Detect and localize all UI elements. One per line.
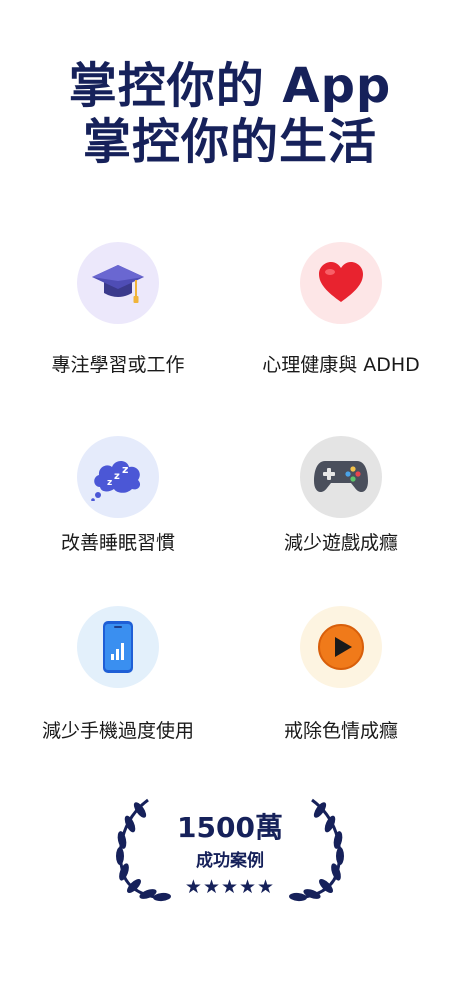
feature-icon-circle: [77, 242, 159, 324]
feature-icon-circle: [300, 436, 382, 518]
feature-label: 改善睡眠習慣: [60, 532, 175, 554]
success-badge: 1500萬 成功案例 ★★★★★: [100, 796, 360, 906]
play-button-icon: [318, 624, 364, 670]
feature-focus-study: 專注學習或工作: [18, 242, 218, 377]
feature-label: 減少遊戲成癮: [283, 532, 398, 554]
feature-sleep: z z z 改善睡眠習慣: [18, 436, 218, 555]
headline-line-2: 掌控你的生活: [82, 114, 377, 170]
feature-icon-circle: [77, 606, 159, 688]
svg-text:z: z: [107, 478, 112, 488]
feature-gaming: 減少遊戲成癮: [241, 436, 441, 555]
headline-line-1: 掌控你的 App: [68, 58, 392, 114]
feature-label: 減少手機過度使用: [41, 720, 194, 742]
star-rating: ★★★★★: [184, 876, 276, 898]
graduation-cap-icon: [92, 265, 144, 303]
headline: 掌控你的 App 掌控你的生活: [0, 58, 460, 170]
sleep-cloud-icon: z z z: [91, 461, 141, 501]
feature-label: 專注學習或工作: [51, 354, 185, 376]
feature-label: 心理健康與 ADHD: [262, 354, 420, 376]
feature-mental-health: 心理健康與 ADHD: [241, 242, 441, 377]
feature-porn-addiction: 戒除色情成癮: [241, 606, 441, 743]
game-controller-icon: [314, 461, 368, 493]
feature-icon-circle: [300, 606, 382, 688]
feature-label: 戒除色情成癮: [283, 720, 398, 742]
feature-phone-overuse: 減少手機過度使用: [18, 606, 218, 743]
feature-icon-circle: [300, 242, 382, 324]
smartphone-icon: [103, 621, 133, 673]
feature-icon-circle: z z z: [77, 436, 159, 518]
success-caption: 成功案例: [196, 851, 264, 871]
heart-icon: [319, 262, 363, 302]
svg-text:z: z: [114, 471, 120, 482]
svg-text:z: z: [122, 463, 128, 476]
success-count: 1500萬: [177, 811, 283, 844]
